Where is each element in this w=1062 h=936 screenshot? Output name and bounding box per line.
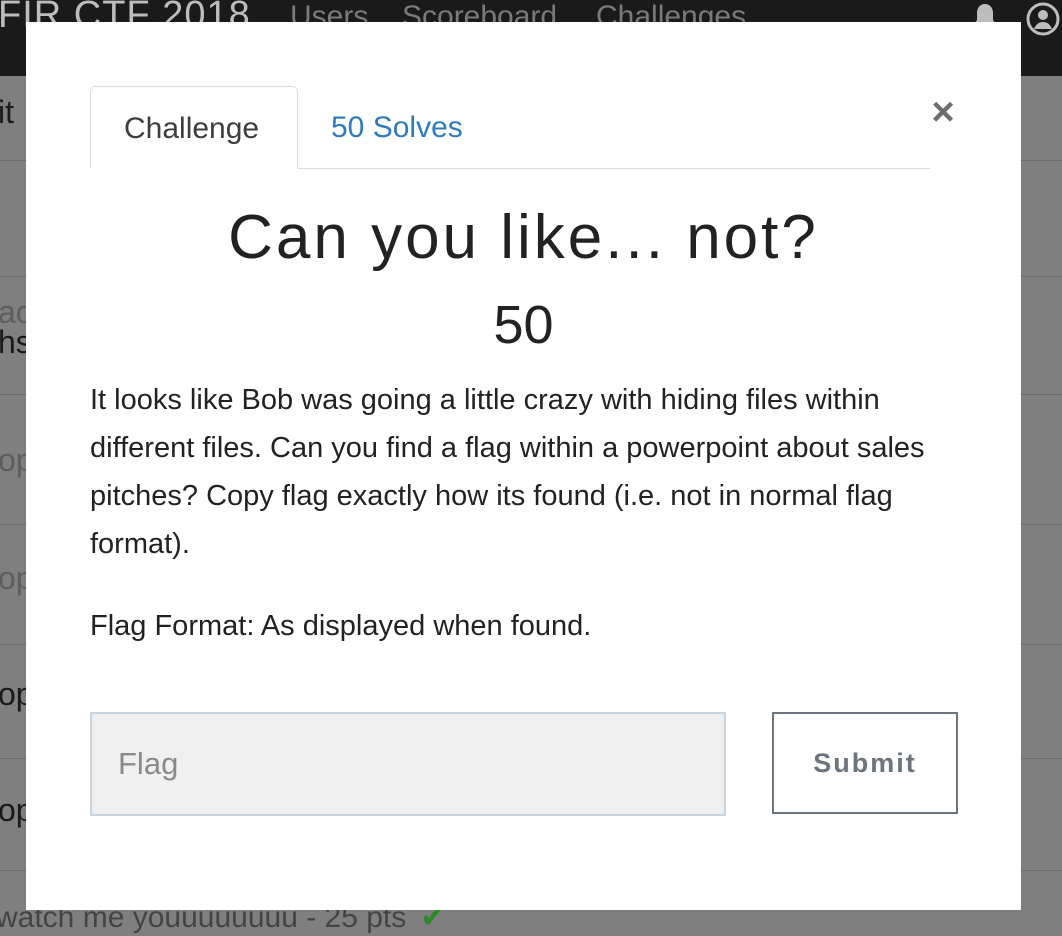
flag-format-note: Flag Format: As displayed when found. <box>90 610 592 642</box>
modal-tabs: Challenge 50 Solves <box>90 86 930 169</box>
submit-button[interactable]: Submit <box>772 712 958 814</box>
tab-challenge[interactable]: Challenge <box>90 86 298 169</box>
flag-input[interactable] <box>90 712 726 816</box>
challenge-modal: Challenge 50 Solves × Can you like... no… <box>26 22 1021 910</box>
tab-solves[interactable]: 50 Solves <box>298 86 496 168</box>
challenge-title: Can you like... not? <box>228 203 819 272</box>
challenge-points: 50 <box>493 295 554 355</box>
close-icon[interactable]: × <box>926 92 960 132</box>
challenge-description: It looks like Bob was going a little cra… <box>90 384 925 560</box>
user-icon[interactable] <box>1026 2 1060 43</box>
